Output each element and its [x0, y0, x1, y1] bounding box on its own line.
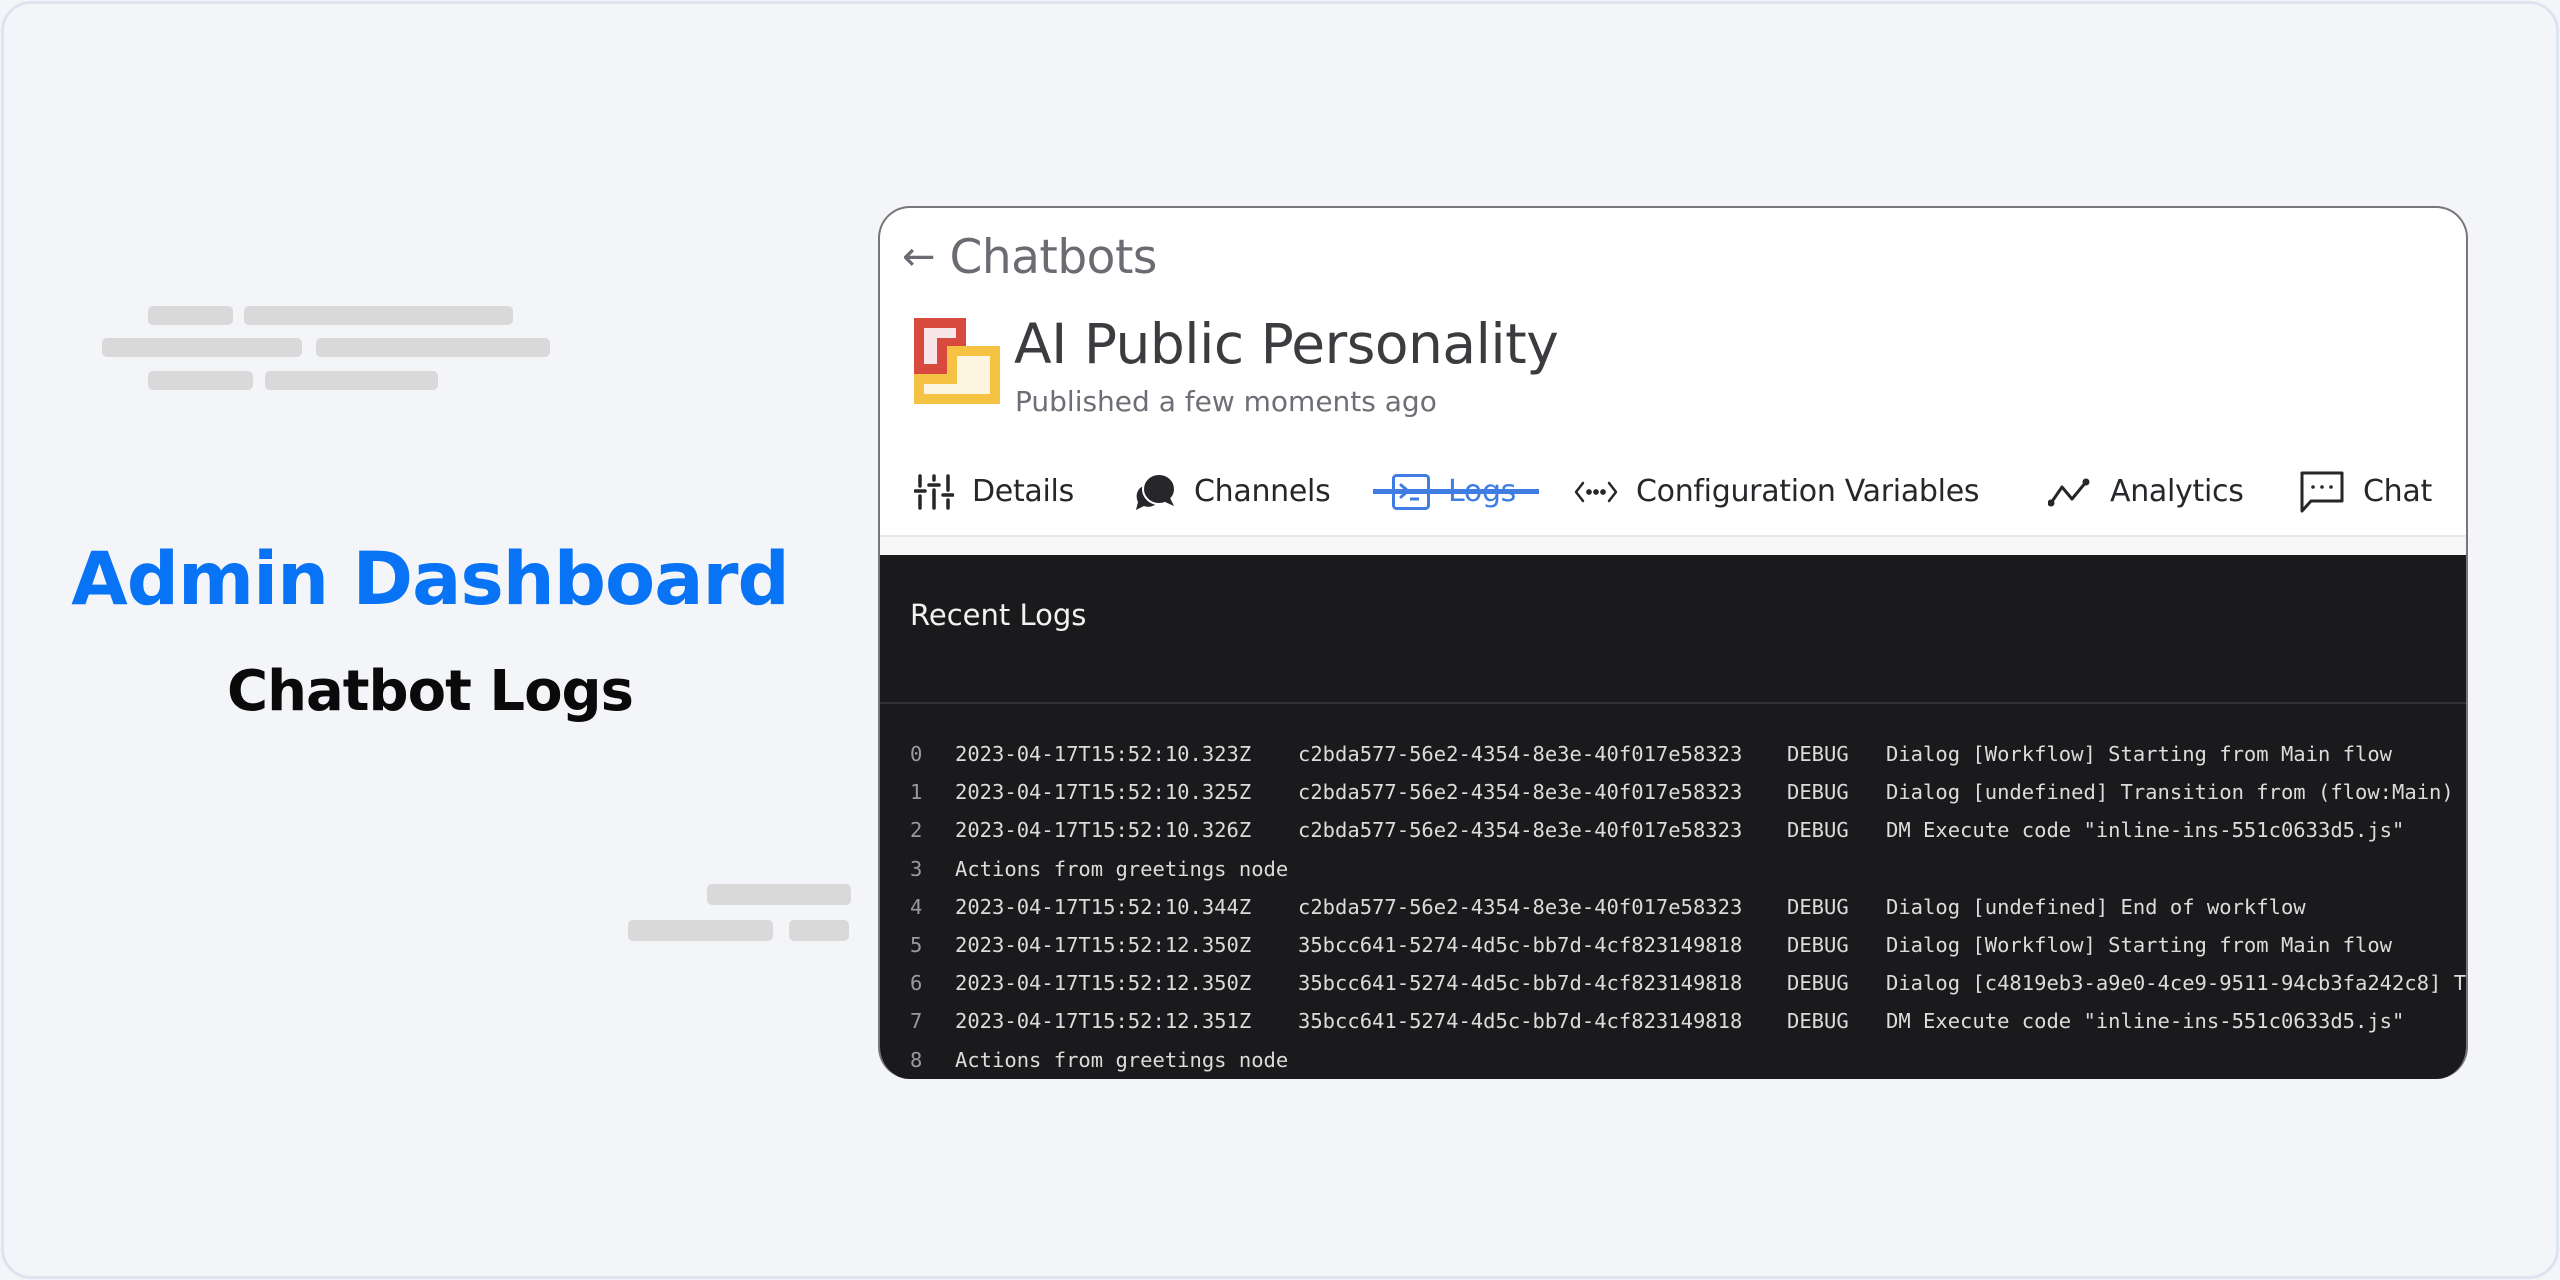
chatbot-name: AI Public Personality [1014, 312, 1559, 376]
log-session-id: c2bda577-56e2-4354-8e3e-40f017e58323 [1298, 818, 1743, 843]
placeholder-bar [316, 338, 550, 357]
placeholder-bar [244, 306, 513, 325]
tab-label: Channels [1194, 474, 1331, 509]
log-row: 5 2023-04-17T15:52:12.350Z 35bcc641-5274-4… [880, 926, 2466, 964]
log-line-number: 5 [910, 932, 923, 957]
log-list[interactable]: 0 2023-04-17T15:52:10.323Z c2bda577-56e2-4… [880, 735, 2466, 1079]
log-line-number: 1 [910, 780, 923, 805]
tab-label: Analytics [2110, 474, 2244, 509]
tab-bar: Details Channels Logs Configuration Vari… [880, 448, 2466, 537]
logs-panel: Recent Logs 0 2023-04-17T15:52:10.323Z c2b… [880, 555, 2466, 1079]
hero-subtitle: Chatbot Logs [227, 659, 634, 724]
log-row: 0 2023-04-17T15:52:10.323Z c2bda577-56e2-4… [880, 735, 2466, 773]
log-timestamp: 2023-04-17T15:52:10.344Z [955, 894, 1252, 919]
publish-status: Published a few moments ago [1015, 385, 1437, 418]
chatbot-window: ← Chatbots AI Public Personality Publish… [878, 206, 2468, 1079]
tab-channels[interactable]: Channels [1134, 448, 1331, 535]
log-message: Dialog [c4819eb3-a9e0-4ce9-9511-94cb3fa2… [1886, 971, 2468, 996]
tab-label: Details [972, 474, 1074, 509]
log-message: Dialog [undefined] Transition from (flow… [1886, 780, 2468, 805]
log-timestamp: 2023-04-17T15:52:12.351Z [955, 1009, 1252, 1034]
arrow-left-icon: ← [902, 234, 936, 280]
placeholder-bar [265, 371, 438, 390]
log-session-id: c2bda577-56e2-4354-8e3e-40f017e58323 [1298, 894, 1743, 919]
tab-label: Chat [2363, 474, 2432, 509]
back-to-chatbots-link[interactable]: ← Chatbots [902, 222, 1157, 292]
log-message: DM Execute code "inline-ins-551c0633d5.j… [1886, 818, 2405, 843]
tab-label: Configuration Variables [1636, 474, 1980, 509]
log-message: Dialog [Workflow] Starting from Main flo… [1886, 932, 2393, 957]
log-text: Actions from greetings node [955, 1047, 1289, 1072]
log-line-number: 4 [910, 894, 923, 919]
log-timestamp: 2023-04-17T15:52:12.350Z [955, 971, 1252, 996]
log-message: Dialog [Workflow] Starting from Main flo… [1886, 742, 2393, 766]
log-timestamp: 2023-04-17T15:52:12.350Z [955, 932, 1252, 957]
log-line-number: 7 [910, 1009, 923, 1034]
log-row: 8 Actions from greetings node [880, 1041, 2466, 1079]
log-row: 4 2023-04-17T15:52:10.344Z c2bda577-56e2-4… [880, 888, 2466, 926]
log-line-number: 2 [910, 818, 923, 843]
code-dots-icon [1574, 481, 1618, 502]
log-timestamp: 2023-04-17T15:52:10.325Z [955, 780, 1252, 805]
log-row: 6 2023-04-17T15:52:12.350Z 35bcc641-5274-4… [880, 964, 2466, 1002]
placeholder-bar [148, 371, 253, 390]
placeholder-bar [789, 920, 849, 941]
log-row: 2 2023-04-17T15:52:10.326Z c2bda577-56e2-4… [880, 811, 2466, 849]
log-message: DM Execute code "inline-ins-551c0633d5.j… [1886, 1009, 2405, 1034]
log-line-number: 6 [910, 971, 923, 996]
log-session-id: 35bcc641-5274-4d5c-bb7d-4cf823149818 [1298, 1009, 1743, 1034]
message-square-icon [2300, 471, 2344, 512]
log-session-id: c2bda577-56e2-4354-8e3e-40f017e58323 [1298, 780, 1743, 805]
log-level: DEBUG [1787, 818, 1849, 843]
log-session-id: 35bcc641-5274-4d5c-bb7d-4cf823149818 [1298, 971, 1743, 996]
placeholder-bar [628, 920, 773, 941]
active-tab-indicator [1373, 489, 1539, 494]
tab-chat[interactable]: Chat [2299, 448, 2432, 535]
placeholder-bar [102, 338, 302, 357]
log-level: DEBUG [1787, 932, 1849, 957]
tab-details[interactable]: Details [914, 448, 1074, 535]
log-line-number: 3 [910, 856, 923, 881]
back-label: Chatbots [949, 229, 1158, 285]
tab-content-spacer [880, 537, 2466, 557]
placeholder-bar [707, 884, 851, 905]
hero-title: Admin Dashboard [71, 537, 789, 622]
log-text: Actions from greetings node [955, 856, 1289, 881]
log-row: 3 Actions from greetings node [880, 850, 2466, 888]
logs-heading: Recent Logs [910, 598, 1087, 632]
log-session-id: 35bcc641-5274-4d5c-bb7d-4cf823149818 [1298, 932, 1743, 957]
sliders-icon [914, 473, 954, 510]
log-level: DEBUG [1787, 971, 1849, 996]
placeholder-bar [148, 306, 233, 325]
log-level: DEBUG [1787, 742, 1849, 766]
log-row: 7 2023-04-17T15:52:12.351Z 35bcc641-5274-4… [880, 1002, 2466, 1040]
log-timestamp: 2023-04-17T15:52:10.323Z [955, 742, 1252, 766]
log-level: DEBUG [1787, 780, 1849, 805]
chat-bubbles-icon [1136, 472, 1176, 510]
tab-configuration-variables[interactable]: Configuration Variables [1574, 448, 1979, 535]
log-session-id: c2bda577-56e2-4354-8e3e-40f017e58323 [1298, 742, 1743, 766]
log-level: DEBUG [1787, 894, 1849, 919]
log-line-number: 8 [910, 1047, 923, 1072]
log-timestamp: 2023-04-17T15:52:10.326Z [955, 818, 1252, 843]
log-level: DEBUG [1787, 1009, 1849, 1034]
log-row: 1 2023-04-17T15:52:10.325Z c2bda577-56e2-4… [880, 773, 2466, 811]
line-chart-icon [2048, 478, 2090, 506]
log-message: Dialog [undefined] End of workflow [1886, 894, 2306, 919]
chatbot-logo-icon [914, 318, 1000, 404]
log-line-number: 0 [910, 742, 923, 766]
divider [880, 702, 2466, 704]
tab-analytics[interactable]: Analytics [2048, 448, 2244, 535]
